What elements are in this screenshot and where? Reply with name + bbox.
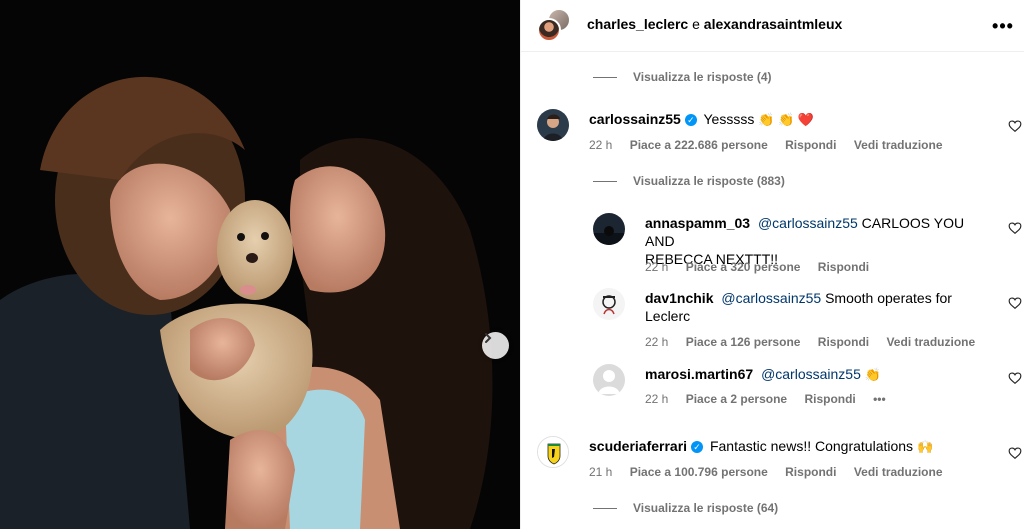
reply-button[interactable]: Rispondi — [785, 465, 836, 479]
divider — [593, 507, 617, 509]
comment-meta: 22 h Piace a 320 persone Rispondi — [645, 260, 883, 274]
verified-badge-icon: ✓ — [684, 114, 697, 126]
photo-illustration — [0, 0, 520, 529]
avatar[interactable] — [537, 109, 569, 141]
divider — [593, 180, 617, 182]
like-heart-icon[interactable] — [1008, 296, 1022, 310]
comment-mention[interactable]: @carlossainz55 — [758, 215, 858, 231]
comment-meta: 22 h Piace a 222.686 persone Rispondi Ve… — [589, 138, 957, 152]
likes-count[interactable]: Piace a 320 persone — [686, 260, 801, 274]
reply-button[interactable]: Rispondi — [804, 392, 855, 406]
comment-time[interactable]: 22 h — [645, 392, 668, 406]
comment-time[interactable]: 22 h — [645, 260, 668, 274]
comment-username[interactable]: annaspamm_03 — [645, 215, 750, 231]
comment-username[interactable]: carlossainz55 — [589, 111, 681, 127]
like-heart-icon[interactable] — [1008, 446, 1022, 460]
avatar — [537, 18, 561, 42]
comment-time[interactable]: 21 h — [589, 465, 612, 479]
comment-more-options-icon[interactable]: ••• — [873, 392, 886, 406]
view-replies-button[interactable]: Visualizza le risposte (64) — [593, 501, 778, 515]
comment-time[interactable]: 22 h — [589, 138, 612, 152]
like-heart-icon[interactable] — [1008, 371, 1022, 385]
next-photo-button[interactable] — [482, 332, 509, 359]
view-replies-button[interactable]: Visualizza le risposte (4) — [593, 70, 772, 84]
view-replies-label: Visualizza le risposte (4) — [633, 70, 772, 84]
likes-count[interactable]: Piace a 222.686 persone — [630, 138, 768, 152]
comment-username[interactable]: dav1nchik — [645, 290, 713, 306]
post-authors: charles_leclerc e alexandrasaintmleux — [587, 16, 842, 32]
comment-text: marosi.martin67 @carlossainz55 👏 — [645, 365, 881, 384]
author-link[interactable]: charles_leclerc — [587, 16, 688, 32]
comment-username[interactable]: scuderiaferrari — [589, 438, 687, 454]
author-avatars[interactable] — [535, 8, 573, 44]
avatar[interactable] — [593, 213, 625, 245]
comment-body: Fantastic news!! Congratulations — [709, 438, 914, 454]
chevron-right-icon — [485, 333, 492, 343]
see-translation-button[interactable]: Vedi traduzione — [854, 138, 943, 152]
likes-count[interactable]: Piace a 2 persone — [686, 392, 787, 406]
see-translation-button[interactable]: Vedi traduzione — [854, 465, 943, 479]
authors-connector: e — [692, 16, 700, 32]
comment-body: Yesssss — [703, 111, 755, 127]
comment-emoji: 👏 — [864, 367, 881, 382]
verified-badge-icon: ✓ — [691, 441, 704, 453]
comment-emoji: 👏 👏 ❤️ — [758, 112, 815, 127]
reply-button[interactable]: Rispondi — [818, 335, 869, 349]
view-replies-button[interactable]: Visualizza le risposte (883) — [593, 174, 785, 188]
comment-meta: 22 h Piace a 126 persone Rispondi Vedi t… — [645, 335, 989, 349]
avatar[interactable] — [593, 364, 625, 396]
comment-meta: 21 h Piace a 100.796 persone Rispondi Ve… — [589, 465, 957, 479]
more-options-icon[interactable]: ••• — [991, 14, 1015, 38]
reply-button[interactable]: Rispondi — [818, 260, 869, 274]
comment-username[interactable]: marosi.martin67 — [645, 366, 753, 382]
comment-text: scuderiaferrari ✓ Fantastic news!! Congra… — [589, 437, 933, 456]
post-photo — [0, 0, 520, 529]
view-replies-label: Visualizza le risposte (883) — [633, 174, 785, 188]
comment-body: Smooth operates for — [825, 290, 952, 306]
comment-time[interactable]: 22 h — [645, 335, 668, 349]
comment-meta: 22 h Piace a 2 persone Rispondi ••• — [645, 392, 900, 406]
avatar[interactable] — [537, 436, 569, 468]
like-heart-icon[interactable] — [1008, 221, 1022, 235]
post-header: charles_leclerc e alexandrasaintmleux ••… — [521, 0, 1024, 52]
see-translation-button[interactable]: Vedi traduzione — [886, 335, 975, 349]
comment-mention[interactable]: @carlossainz55 — [761, 366, 861, 382]
comment-text: carlossainz55 ✓ Yesssss 👏 👏 ❤️ — [589, 110, 814, 129]
view-replies-label: Visualizza le risposte (64) — [633, 501, 779, 515]
comment-body-continued: Leclerc — [645, 308, 691, 324]
author-link[interactable]: alexandrasaintmleux — [704, 16, 843, 32]
likes-count[interactable]: Piace a 126 persone — [686, 335, 801, 349]
comment-emoji: 🙌 — [916, 439, 934, 454]
like-heart-icon[interactable] — [1008, 119, 1022, 133]
comments-panel: charles_leclerc e alexandrasaintmleux ••… — [520, 0, 1024, 529]
comment-text: dav1nchik @carlossainz55 Smooth operates… — [645, 289, 995, 325]
avatar[interactable] — [593, 288, 625, 320]
divider — [593, 76, 617, 78]
likes-count[interactable]: Piace a 100.796 persone — [630, 465, 768, 479]
reply-button[interactable]: Rispondi — [785, 138, 836, 152]
comment-mention[interactable]: @carlossainz55 — [721, 290, 821, 306]
